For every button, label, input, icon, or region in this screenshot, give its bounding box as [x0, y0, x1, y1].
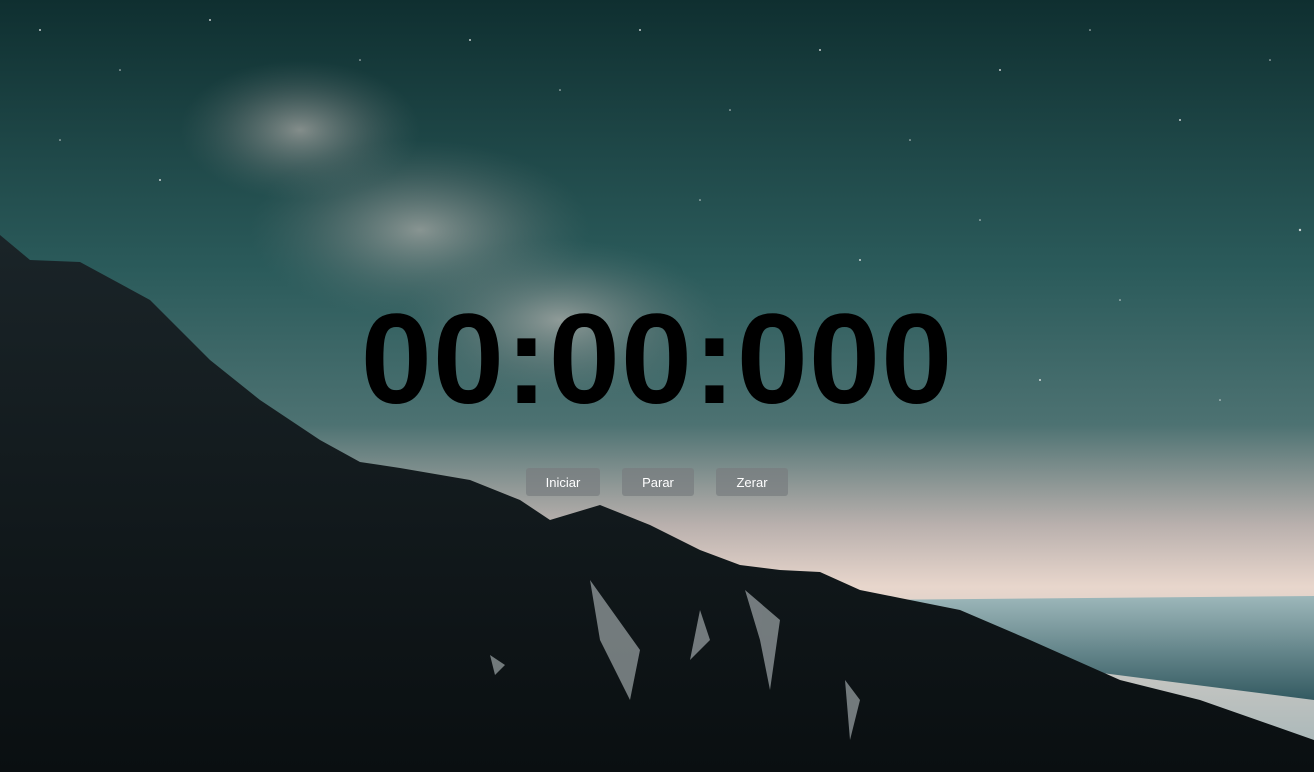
reset-button[interactable]: Zerar	[716, 468, 788, 496]
start-button[interactable]: Iniciar	[526, 468, 600, 496]
stop-button[interactable]: Parar	[622, 468, 694, 496]
stopwatch-display: 00:00:000	[360, 288, 954, 431]
stopwatch-controls: Iniciar Parar Zerar	[0, 468, 1314, 496]
